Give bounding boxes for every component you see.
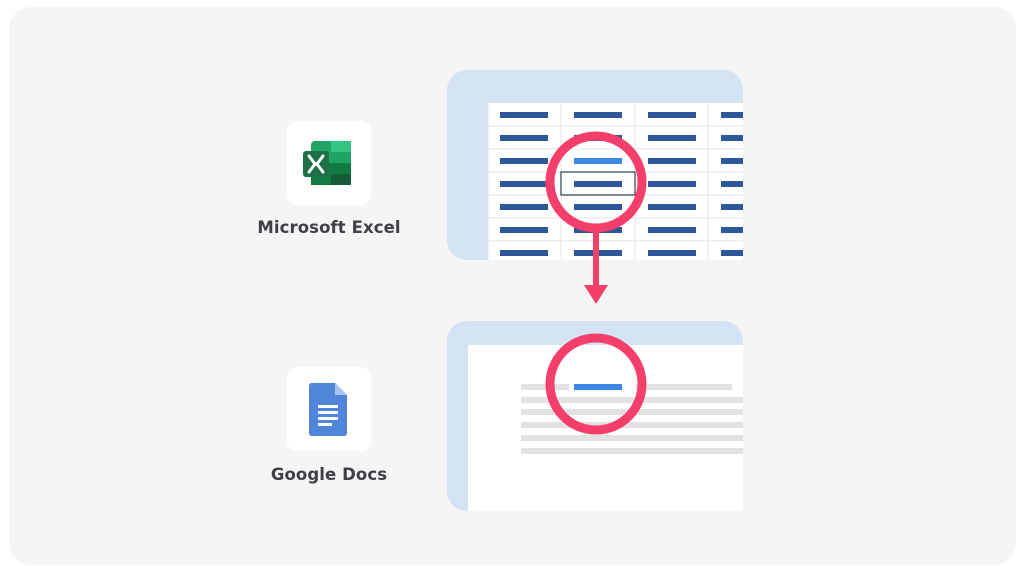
spreadsheet-preview xyxy=(447,70,743,260)
google-docs-icon xyxy=(309,383,347,436)
inserted-data-bar xyxy=(574,384,622,390)
spreadsheet-grid xyxy=(487,103,743,260)
document-page xyxy=(468,345,743,511)
document-preview xyxy=(447,321,743,511)
docs-label: Google Docs xyxy=(270,465,388,484)
docs-app-tile xyxy=(287,367,371,451)
excel-label: Microsoft Excel xyxy=(257,218,401,237)
microsoft-excel-icon xyxy=(303,141,351,185)
highlighted-cell-bar xyxy=(574,158,622,164)
excel-app-tile xyxy=(287,121,371,205)
